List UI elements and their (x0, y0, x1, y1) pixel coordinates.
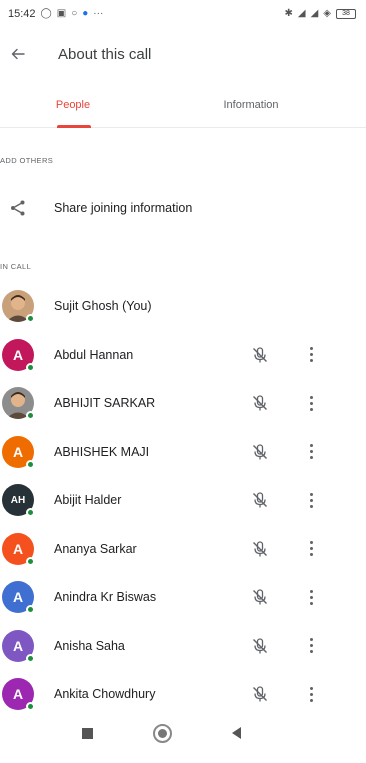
avatar-wrap: A (2, 338, 36, 373)
tab-information-label: Information (223, 98, 279, 111)
tab-people[interactable]: People (0, 82, 146, 128)
more-vert-icon[interactable] (304, 490, 318, 510)
mic-off-icon[interactable] (250, 636, 270, 656)
participant-row[interactable]: A Abdul Hannan (0, 333, 366, 377)
home-icon (158, 729, 167, 738)
avatar-wrap: A (2, 435, 36, 470)
app-header: About this call (0, 36, 366, 72)
online-status-dot (26, 411, 35, 420)
alarm-icon: ○ (71, 8, 78, 19)
battery-icon: 38 (336, 9, 356, 19)
gallery-icon: ▣ (56, 8, 67, 19)
section-label-in-call: IN CALL (0, 262, 32, 271)
participant-row[interactable]: ABHIJIT SARKAR (0, 381, 366, 425)
more-vert-icon[interactable] (304, 587, 318, 607)
mic-off-icon[interactable] (250, 587, 270, 607)
participant-row[interactable]: A ABHISHEK MAJI (0, 430, 366, 474)
avatar-wrap: A (2, 678, 36, 712)
more-dots-icon: ··· (93, 8, 104, 19)
page-title: About this call (58, 45, 152, 63)
tab-people-label: People (55, 98, 91, 111)
online-status-dot (26, 702, 35, 711)
back-nav-button[interactable] (232, 727, 241, 739)
participant-name: Ananya Sarkar (54, 541, 137, 556)
more-vert-icon[interactable] (304, 393, 318, 413)
participant-name: Anisha Saha (54, 638, 125, 653)
participant-row[interactable]: A Anindra Kr Biswas (0, 575, 366, 619)
bluetooth-icon: ✱ (284, 8, 293, 19)
more-vert-icon[interactable] (304, 636, 318, 656)
tab-information[interactable]: Information (146, 82, 356, 127)
avatar-wrap: A (2, 532, 36, 567)
more-vert-icon[interactable] (304, 684, 318, 704)
section-label-add-others: ADD OTHERS (0, 156, 54, 165)
participant-name: Sujit Ghosh (You) (54, 299, 152, 313)
status-right: ✱ ◢ ◢ ◈ 38 (284, 8, 356, 19)
participant-row[interactable]: Sujit Ghosh (You) (0, 284, 366, 328)
participant-name: ABHISHEK MAJI (54, 444, 150, 459)
more-vert-icon[interactable] (304, 442, 318, 462)
share-icon (0, 199, 36, 217)
mic-off-icon[interactable] (250, 345, 270, 365)
arrow-back-icon (11, 48, 25, 60)
shield-icon: ◯ (40, 8, 52, 19)
more-vert-icon[interactable] (304, 539, 318, 559)
participant-name: Ankita Chowdhury (54, 687, 156, 701)
signal-icon: ◢ (310, 8, 319, 19)
share-joining-info-button[interactable]: Share joining information (0, 190, 366, 226)
tab-bar: People Information (0, 82, 366, 128)
online-status-dot (26, 362, 35, 372)
tab-active-indicator (57, 125, 91, 128)
home-button[interactable] (153, 724, 172, 743)
participant-name: Anindra Kr Biswas (54, 590, 157, 604)
mic-off-icon[interactable] (250, 490, 270, 510)
chrome-icon: ● (82, 8, 89, 19)
status-time: 15:42 (8, 8, 36, 20)
wifi-icon: ◈ (323, 8, 331, 19)
back-button[interactable] (0, 36, 36, 72)
share-joining-info-label: Share joining information (54, 201, 193, 215)
participant-row[interactable]: A Ankita Chowdhury (0, 672, 366, 716)
system-nav-bar (0, 712, 366, 758)
avatar-wrap: A (2, 581, 36, 615)
online-status-dot (26, 556, 35, 566)
participant-row[interactable]: A Anisha Saha (0, 624, 366, 668)
participant-name: Abijit Halder (54, 493, 122, 507)
online-status-dot (26, 508, 35, 517)
participant-row[interactable]: A Ananya Sarkar (0, 527, 366, 571)
mic-off-icon[interactable] (250, 442, 270, 462)
avatar-wrap: AH (2, 484, 36, 518)
mic-off-icon[interactable] (250, 539, 270, 559)
avatar-wrap (2, 387, 36, 421)
online-status-dot (26, 314, 35, 323)
signal-icon: ◢ (297, 8, 306, 19)
online-status-dot (26, 605, 35, 614)
recents-button[interactable] (82, 728, 93, 739)
status-left: 15:42 ◯ ▣ ○ ● ··· (8, 8, 103, 20)
participant-name: Abdul Hannan (54, 347, 134, 362)
avatar-wrap: A (2, 629, 36, 664)
participant-name: ABHIJIT SARKAR (54, 396, 156, 410)
participant-row[interactable]: AH Abijit Halder (0, 478, 366, 522)
mic-off-icon[interactable] (250, 684, 270, 704)
avatar-wrap (2, 290, 36, 324)
more-vert-icon[interactable] (304, 345, 318, 365)
online-status-dot (26, 653, 35, 663)
online-status-dot (26, 459, 35, 469)
status-bar: 15:42 ◯ ▣ ○ ● ··· ✱ ◢ ◢ ◈ 38 (0, 0, 366, 28)
mic-off-icon[interactable] (250, 393, 270, 413)
